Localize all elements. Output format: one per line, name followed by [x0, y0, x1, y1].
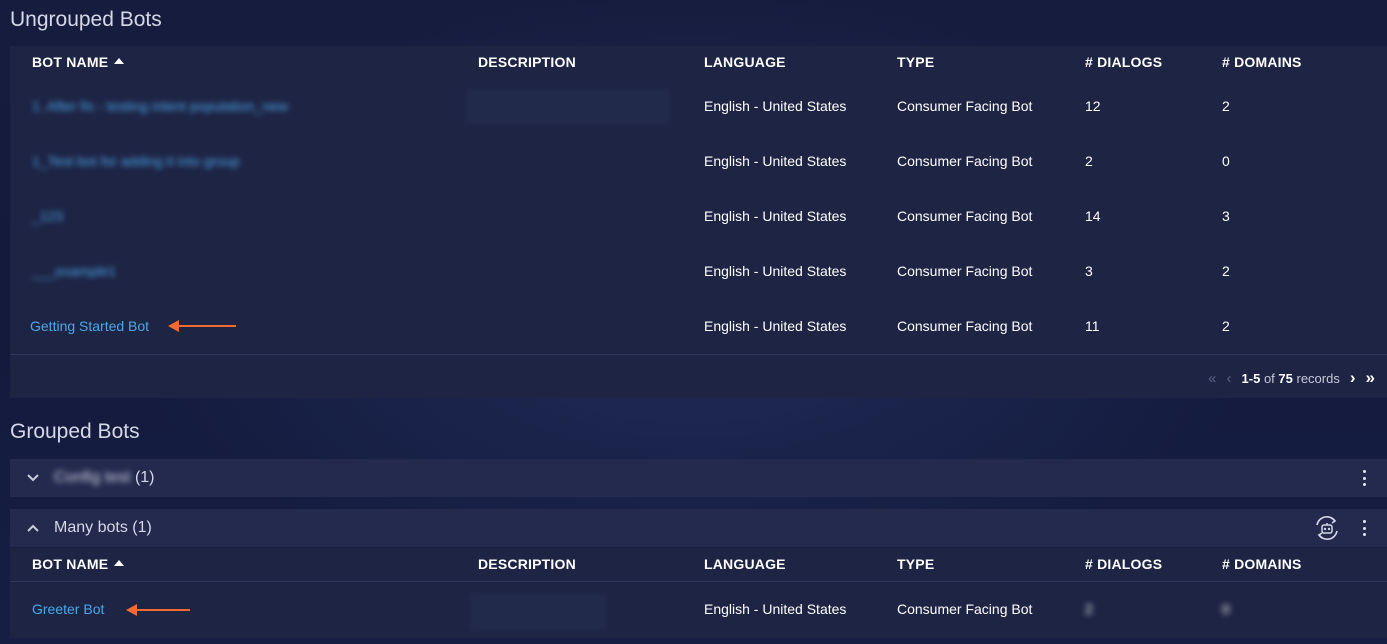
table-row[interactable]: ___example1 English - United States Cons…	[10, 244, 1387, 300]
description-cell	[470, 594, 606, 630]
column-bot-name[interactable]: BOT NAME	[32, 548, 125, 581]
column-type[interactable]: TYPE	[897, 548, 934, 581]
group-label: Many bots (1)	[54, 509, 152, 547]
prev-page-icon[interactable]: ‹	[1227, 370, 1232, 387]
pagination-total: 75	[1278, 370, 1293, 386]
column-domains[interactable]: # DOMAINS	[1222, 548, 1302, 581]
column-language[interactable]: LANGUAGE	[704, 46, 786, 79]
pagination-of: of	[1263, 370, 1275, 386]
bot-name-link[interactable]: Greeter Bot	[32, 582, 104, 637]
domains-cell: 2	[1222, 318, 1230, 334]
group-name: Many bots	[54, 519, 128, 536]
column-domains[interactable]: # DOMAINS	[1222, 46, 1302, 79]
dialogs-cell: 2	[1085, 153, 1093, 169]
domains-cell: 2	[1222, 263, 1230, 279]
bot-name-link[interactable]: 1. After fix - testing intent population…	[32, 79, 288, 134]
type-cell: Consumer Facing Bot	[897, 153, 1033, 169]
next-page-icon[interactable]: ›	[1350, 368, 1356, 388]
first-page-icon[interactable]: «	[1208, 370, 1216, 387]
ungrouped-bots-title: Ungrouped Bots	[10, 8, 162, 31]
many-bots-table: BOT NAME DESCRIPTION LANGUAGE TYPE # DIA…	[10, 548, 1387, 638]
annotation-arrow	[168, 320, 236, 332]
annotation-arrow	[126, 604, 190, 616]
language-cell: English - United States	[704, 601, 847, 617]
dialogs-cell: 2	[1085, 601, 1093, 617]
column-language[interactable]: LANGUAGE	[704, 548, 786, 581]
bot-name-link[interactable]: _123	[32, 189, 63, 244]
column-bot-name[interactable]: BOT NAME	[32, 46, 125, 79]
group-name: Config test	[54, 469, 131, 486]
column-bot-name-label: BOT NAME	[32, 54, 109, 70]
type-cell: Consumer Facing Bot	[897, 208, 1033, 224]
pagination-text: 1-5 of 75 records	[1242, 371, 1340, 386]
more-options-icon[interactable]	[1359, 468, 1369, 488]
sort-ascending-icon	[114, 58, 125, 64]
language-cell: English - United States	[704, 318, 847, 334]
table-row[interactable]: 1_Test bot for adding it into group Engl…	[10, 134, 1387, 190]
bots-page: Ungrouped Bots BOT NAME DESCRIPTION LANG…	[0, 0, 1387, 644]
dialogs-cell: 14	[1085, 208, 1101, 224]
column-type[interactable]: TYPE	[897, 46, 934, 79]
robot-sync-icon[interactable]	[1313, 515, 1341, 541]
domains-cell: 0	[1222, 153, 1230, 169]
dialogs-cell: 3	[1085, 263, 1093, 279]
type-cell: Consumer Facing Bot	[897, 98, 1033, 114]
sort-ascending-icon	[114, 560, 125, 566]
type-cell: Consumer Facing Bot	[897, 318, 1033, 334]
dialogs-cell: 12	[1085, 98, 1101, 114]
column-description[interactable]: DESCRIPTION	[478, 548, 576, 581]
bot-name-link[interactable]: ___example1	[32, 244, 116, 299]
type-cell: Consumer Facing Bot	[897, 601, 1033, 617]
language-cell: English - United States	[704, 153, 847, 169]
domains-cell: 2	[1222, 98, 1230, 114]
chevron-down-icon[interactable]	[26, 471, 40, 485]
column-bot-name-label: BOT NAME	[32, 556, 109, 572]
chevron-up-icon[interactable]	[26, 521, 40, 535]
language-cell: English - United States	[704, 208, 847, 224]
table-header: BOT NAME DESCRIPTION LANGUAGE TYPE # DIA…	[10, 46, 1387, 80]
dialogs-cell: 11	[1085, 318, 1100, 334]
bot-name-link[interactable]: Getting Started Bot	[30, 299, 149, 354]
group-label: Config test (1)	[54, 459, 155, 497]
pagination: « ‹ 1-5 of 75 records › »	[1208, 368, 1375, 388]
table-header: BOT NAME DESCRIPTION LANGUAGE TYPE # DIA…	[10, 548, 1387, 582]
group-count: (1)	[132, 519, 152, 536]
domains-cell: 3	[1222, 208, 1230, 224]
table-row[interactable]: Greeter Bot English - United States Cons…	[10, 582, 1387, 637]
column-dialogs[interactable]: # DIALOGS	[1085, 548, 1162, 581]
table-row[interactable]: Getting Started Bot English - United Sta…	[10, 299, 1387, 355]
type-cell: Consumer Facing Bot	[897, 263, 1033, 279]
description-cell	[465, 89, 670, 125]
language-cell: English - United States	[704, 98, 847, 114]
table-row[interactable]: 1. After fix - testing intent population…	[10, 79, 1387, 135]
pagination-range: 1-5	[1241, 370, 1261, 386]
grouped-bots-title: Grouped Bots	[10, 420, 140, 443]
column-dialogs[interactable]: # DIALOGS	[1085, 46, 1162, 79]
ungrouped-bots-table: BOT NAME DESCRIPTION LANGUAGE TYPE # DIA…	[10, 46, 1387, 398]
domains-cell: 0	[1222, 601, 1230, 617]
pagination-suffix: records	[1296, 370, 1340, 386]
more-options-icon[interactable]	[1359, 518, 1369, 538]
column-description[interactable]: DESCRIPTION	[478, 46, 576, 79]
group-header-config-test[interactable]: Config test (1)	[10, 459, 1387, 497]
table-row[interactable]: _123 English - United States Consumer Fa…	[10, 189, 1387, 245]
group-count: (1)	[134, 469, 155, 486]
group-header-many-bots[interactable]: Many bots (1)	[10, 509, 1387, 547]
last-page-icon[interactable]: »	[1366, 368, 1375, 388]
bot-name-link[interactable]: 1_Test bot for adding it into group	[32, 134, 240, 189]
language-cell: English - United States	[704, 263, 847, 279]
